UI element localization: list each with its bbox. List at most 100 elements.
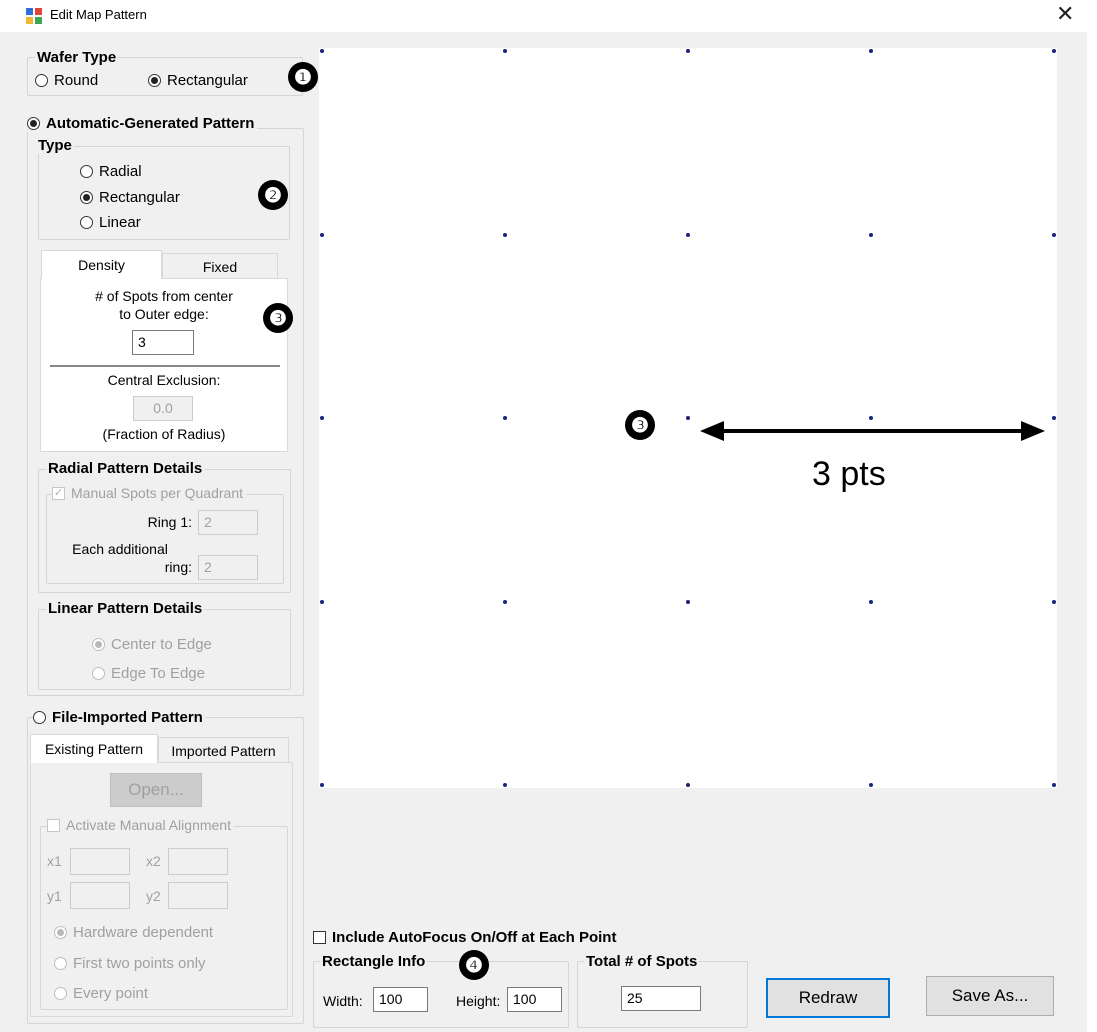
pattern-spot: [503, 783, 507, 787]
redraw-button[interactable]: Redraw: [766, 978, 890, 1018]
radio-label: Rectangular: [167, 72, 248, 89]
radio-label: Rectangular: [99, 189, 180, 206]
double-arrow-icon: [700, 418, 1045, 444]
annotation-badge-1: ❶: [288, 62, 318, 92]
pattern-spot: [1052, 599, 1056, 604]
pattern-spot: [686, 599, 690, 604]
automatic-pattern-radio[interactable]: Automatic-Generated Pattern: [27, 115, 258, 132]
y2-input[interactable]: [168, 882, 228, 909]
radio-circle-icon: [54, 926, 67, 939]
edge-to-edge-radio[interactable]: Edge To Edge: [92, 665, 205, 682]
radio-label: Round: [54, 72, 99, 89]
radio-circle-icon: [33, 711, 46, 724]
radio-circle-icon: [92, 638, 105, 651]
tab-density[interactable]: Density: [41, 250, 162, 279]
pattern-spot: [1052, 49, 1056, 53]
open-button[interactable]: Open...: [110, 773, 202, 807]
x2-input[interactable]: [168, 848, 228, 875]
close-icon[interactable]: ✕: [1056, 1, 1074, 27]
total-spots-legend: Total # of Spots: [584, 953, 700, 970]
pattern-spot: [503, 232, 507, 237]
pattern-spot: [1052, 232, 1056, 237]
radio-label: Center to Edge: [111, 636, 212, 653]
radial-details-legend: Radial Pattern Details: [46, 460, 205, 477]
pattern-spot: [686, 232, 690, 237]
type-rectangular-radio[interactable]: Rectangular: [80, 189, 180, 206]
save-as-button[interactable]: Save As...: [926, 976, 1054, 1016]
autofocus-checkbox[interactable]: Include AutoFocus On/Off at Each Point: [313, 929, 616, 946]
spots-from-center-label: # of Spots from center: [95, 288, 233, 304]
pattern-spot: [686, 783, 690, 787]
file-imported-radio[interactable]: File-Imported Pattern: [33, 709, 206, 726]
annotation-badge-2: ❷: [258, 180, 288, 210]
pattern-spot: [320, 599, 324, 604]
radio-circle-icon: [80, 191, 93, 204]
manual-spots-checkbox[interactable]: ✓ Manual Spots per Quadrant: [52, 485, 246, 501]
radio-circle-icon: [54, 987, 67, 1000]
annotation-badge-3-canvas: ❸: [625, 410, 655, 440]
pattern-spot: [1052, 783, 1056, 787]
ring1-input[interactable]: 2: [198, 510, 258, 535]
width-input[interactable]: 100: [373, 987, 428, 1012]
manual-alignment-checkbox[interactable]: Activate Manual Alignment: [47, 817, 234, 833]
center-to-edge-radio[interactable]: Center to Edge: [92, 636, 212, 653]
wafer-type-round-radio[interactable]: Round: [35, 72, 98, 89]
radio-circle-icon: [35, 74, 48, 87]
radio-label: First two points only: [73, 955, 206, 972]
each-additional-input[interactable]: 2: [198, 555, 258, 580]
radio-circle-icon: [80, 165, 93, 178]
each-additional-label: Each additional: [72, 541, 168, 557]
x1-input[interactable]: [70, 848, 130, 875]
type-radial-radio[interactable]: Radial: [80, 163, 142, 180]
spots-from-center-input[interactable]: 3: [132, 330, 194, 355]
pattern-spot: [869, 599, 873, 604]
radio-label: Linear: [99, 214, 141, 231]
wafer-type-rectangular-radio[interactable]: Rectangular: [148, 72, 248, 89]
y1-input[interactable]: [70, 882, 130, 909]
radio-label: Edge To Edge: [111, 665, 205, 682]
radio-label: File-Imported Pattern: [52, 709, 203, 726]
pattern-spot: [686, 416, 690, 420]
pattern-spot: [320, 416, 324, 420]
divider: [50, 365, 280, 367]
app-icon: [26, 8, 42, 24]
pattern-spot: [686, 49, 690, 53]
window-title: Edit Map Pattern: [50, 7, 147, 22]
central-exclusion-label: Central Exclusion:: [107, 372, 221, 388]
pattern-spot: [869, 49, 873, 53]
tab-fixed[interactable]: Fixed: [162, 253, 278, 279]
height-input[interactable]: 100: [507, 987, 562, 1012]
ring-label: ring:: [164, 559, 192, 575]
every-point-radio[interactable]: Every point: [54, 985, 148, 1002]
tab-existing-pattern[interactable]: Existing Pattern: [30, 734, 158, 763]
title-bar: [0, 0, 1097, 32]
central-exclusion-input[interactable]: 0.0: [133, 396, 193, 421]
tab-imported-pattern[interactable]: Imported Pattern: [158, 737, 289, 763]
radio-circle-icon: [92, 667, 105, 680]
radio-circle-icon: [80, 216, 93, 229]
checkbox-square-icon: [47, 818, 60, 832]
first-two-points-radio[interactable]: First two points only: [54, 955, 206, 972]
distance-annotation: 3 pts: [812, 455, 886, 493]
total-spots-input[interactable]: 25: [621, 986, 701, 1011]
ring1-label: Ring 1:: [147, 514, 192, 530]
radio-circle-icon: [148, 74, 161, 87]
pattern-spot: [869, 232, 873, 237]
type-linear-radio[interactable]: Linear: [80, 214, 141, 231]
fraction-of-radius-label: (Fraction of Radius): [102, 426, 226, 442]
y2-label: y2: [146, 888, 161, 904]
checkbox-label: Manual Spots per Quadrant: [71, 485, 243, 501]
radio-label: Hardware dependent: [73, 924, 214, 941]
pattern-spot: [503, 599, 507, 604]
height-label: Height:: [456, 993, 501, 1009]
checkbox-square-icon: [313, 931, 326, 944]
checkbox-label: Include AutoFocus On/Off at Each Point: [332, 929, 617, 946]
radio-label: Automatic-Generated Pattern: [46, 115, 255, 132]
hardware-dependent-radio[interactable]: Hardware dependent: [54, 924, 213, 941]
pattern-spot: [1052, 416, 1056, 420]
y1-label: y1: [47, 888, 62, 904]
width-label: Width:: [323, 993, 363, 1009]
radio-circle-icon: [54, 957, 67, 970]
x1-label: x1: [47, 853, 62, 869]
annotation-badge-4: ❹: [459, 950, 489, 980]
